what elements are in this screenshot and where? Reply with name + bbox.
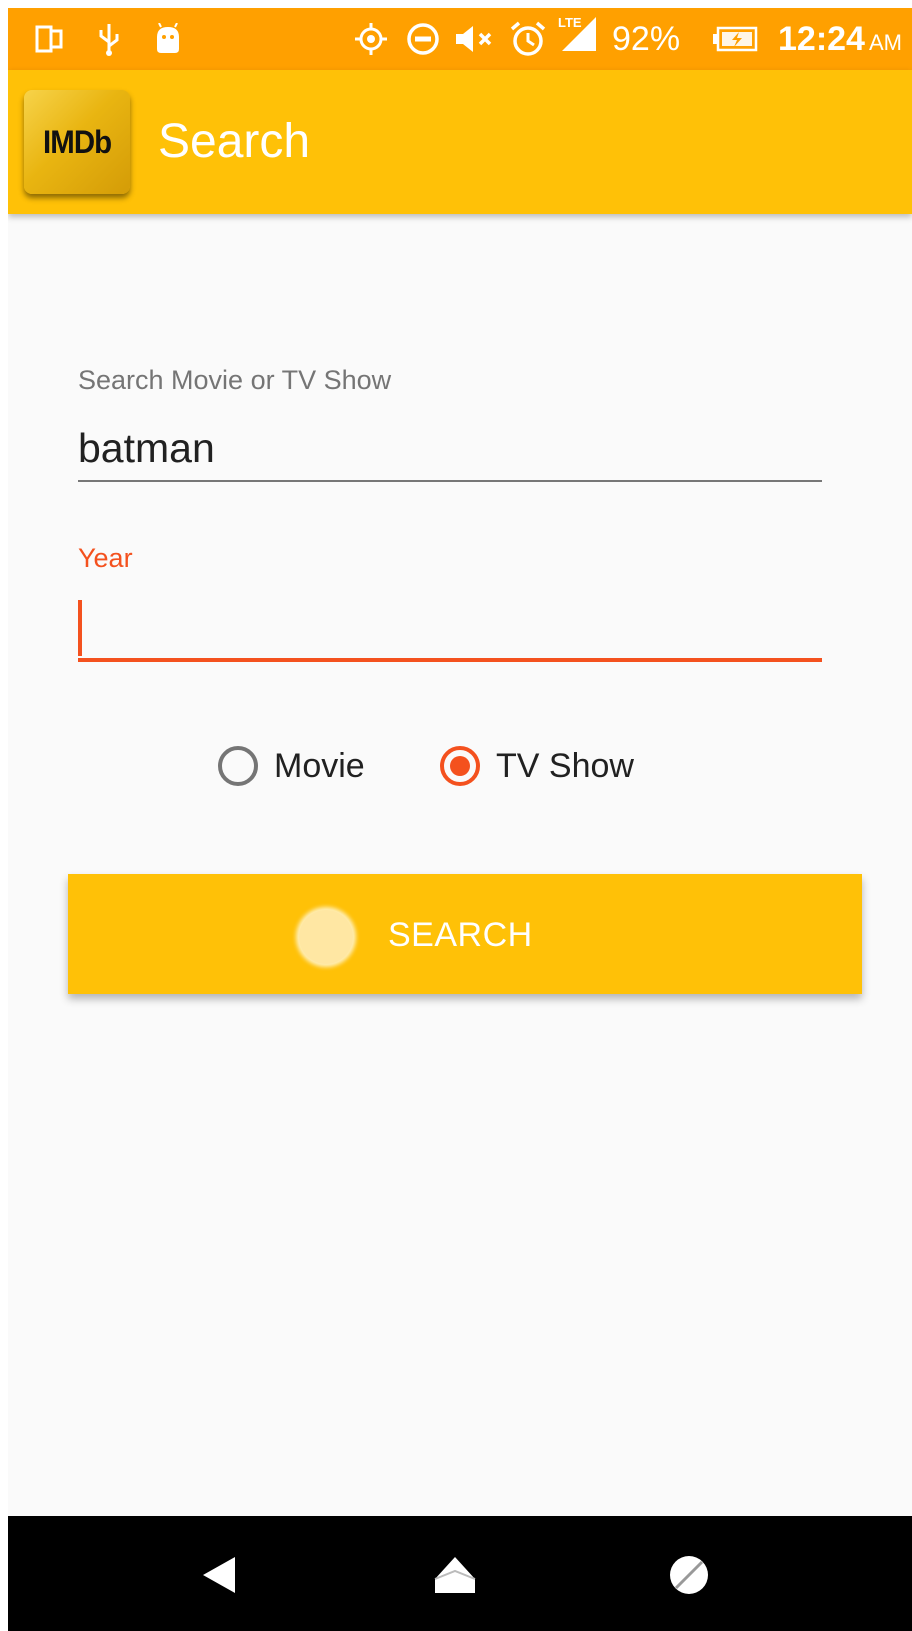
radio-tv-show[interactable]: TV Show: [440, 738, 634, 794]
alarm-icon: [508, 21, 548, 56]
touch-indicator: [299, 910, 353, 964]
back-icon[interactable]: [194, 1550, 244, 1600]
screen: LTE 92% 12:24 AM IMDb Search Search Movie…: [8, 8, 912, 1631]
recents-icon[interactable]: [664, 1550, 714, 1600]
app-bar: IMDb Search: [8, 70, 912, 214]
radio-movie[interactable]: Movie: [218, 738, 365, 794]
clock: 12:24 AM: [778, 20, 902, 62]
gps-icon: [352, 22, 390, 56]
search-button[interactable]: SEARCH: [68, 874, 862, 994]
radio-unchecked-icon[interactable]: [218, 746, 258, 786]
search-field-label: Search Movie or TV Show: [78, 365, 392, 395]
search-input[interactable]: [78, 416, 822, 482]
search-button-label: SEARCH: [388, 916, 533, 954]
usb-icon: [96, 22, 122, 56]
radio-movie-label: Movie: [274, 746, 365, 785]
imdb-logo: IMDb: [24, 90, 130, 194]
page-title: Search: [158, 115, 311, 168]
navigation-bar: [8, 1516, 912, 1631]
clock-suffix: AM: [868, 30, 902, 55]
screen-mirror-icon: [34, 22, 66, 56]
android-icon: [152, 22, 184, 56]
year-input[interactable]: [78, 594, 822, 662]
radio-tv-show-label: TV Show: [496, 746, 634, 785]
year-field-label: Year: [78, 543, 133, 573]
do-not-disturb-icon: [406, 22, 440, 56]
status-bar: LTE 92% 12:24 AM: [8, 8, 912, 70]
lte-signal-icon: LTE: [556, 15, 598, 51]
battery-charging-icon: [712, 22, 758, 56]
mute-icon: [454, 22, 498, 56]
radio-checked-icon[interactable]: [440, 746, 480, 786]
svg-text:LTE: LTE: [558, 15, 582, 30]
battery-percent: 92%: [612, 20, 681, 58]
logo-text: IMDb: [42, 123, 112, 160]
clock-time: 12:24: [778, 20, 865, 58]
text-cursor: [78, 600, 82, 656]
home-icon[interactable]: [430, 1550, 480, 1600]
